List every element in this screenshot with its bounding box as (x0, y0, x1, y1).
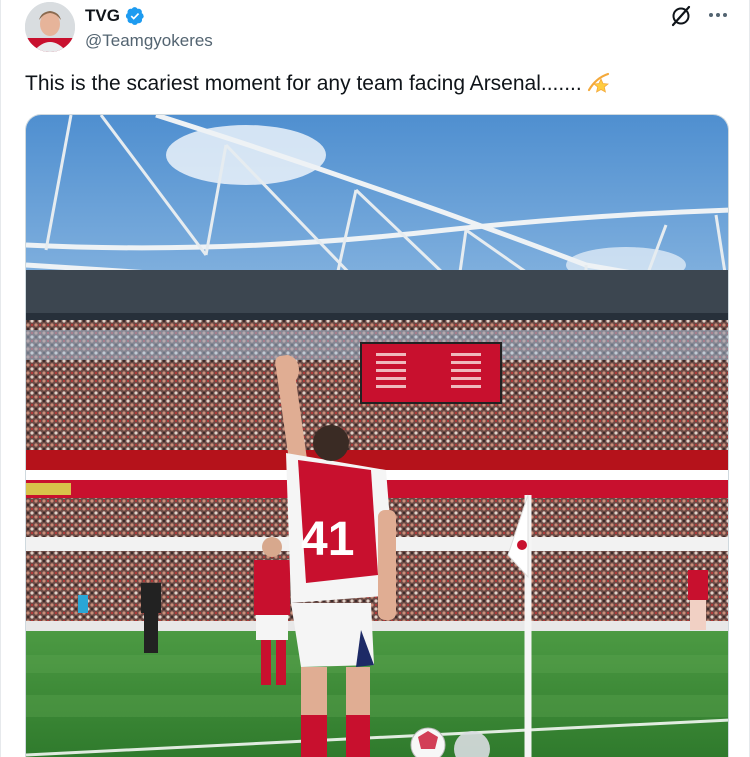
author-handle[interactable]: @Teamgyokeres (85, 31, 213, 51)
more-options-icon[interactable] (705, 2, 731, 28)
dizzy-star-emoji (587, 72, 609, 93)
verified-badge-icon[interactable] (125, 6, 145, 26)
dot (709, 13, 713, 17)
shirt-number: 41 (301, 513, 354, 566)
dot (716, 13, 720, 17)
author-info: TVG @Teamgyokeres (85, 4, 213, 51)
name-row: TVG (85, 4, 213, 28)
author-display-name[interactable]: TVG (85, 6, 120, 26)
tweet-card: TVG @Teamgyokeres This is the scariest m… (0, 0, 750, 757)
dot (723, 13, 727, 17)
author-avatar[interactable] (25, 2, 75, 52)
tweet-header: TVG @Teamgyokeres (25, 2, 731, 56)
tweet-body: This is the scariest moment for any team… (25, 72, 582, 95)
tweet-photo[interactable]: 41 (25, 114, 729, 757)
grok-icon[interactable] (669, 4, 693, 28)
tweet-text: This is the scariest moment for any team… (25, 70, 612, 98)
